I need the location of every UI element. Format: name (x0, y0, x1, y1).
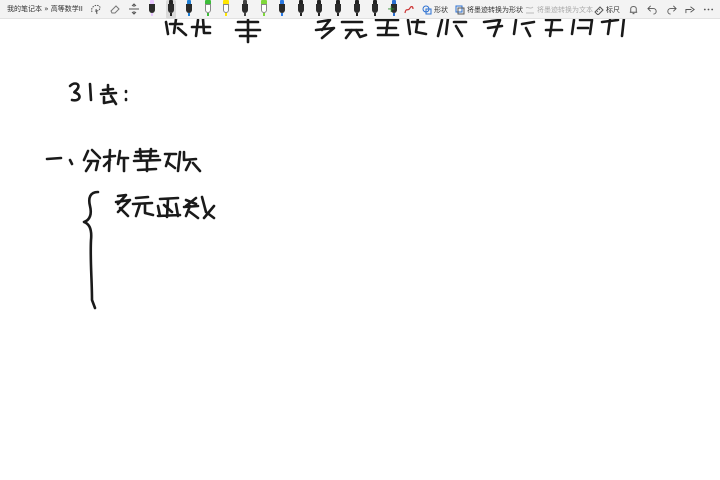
brace-ink (82, 190, 100, 310)
breadcrumb[interactable]: 我的笔记本 » 高等数学II (7, 4, 83, 15)
insert-space-icon[interactable] (127, 2, 141, 16)
ink-to-text-icon (525, 6, 534, 13)
undo-icon[interactable] (645, 2, 659, 16)
lasso-select-icon[interactable] (89, 2, 103, 16)
pen-10[interactable] (314, 0, 324, 19)
ink-to-text-button[interactable]: 将墨迹转换为文本 (525, 3, 593, 16)
pen-3[interactable] (184, 0, 194, 19)
shapes-label: 形状 (434, 5, 448, 14)
subtopic-ink (114, 193, 216, 220)
pen-7[interactable] (259, 0, 269, 19)
pen-2[interactable] (165, 0, 176, 19)
pen-12[interactable] (352, 0, 362, 19)
more-options-icon[interactable] (701, 2, 715, 16)
ink-to-shape-icon (455, 5, 465, 14)
ruler-icon (594, 5, 604, 15)
redo-icon[interactable] (664, 2, 678, 16)
pen-11[interactable] (333, 0, 343, 19)
pen-1[interactable] (147, 0, 157, 19)
pen-8[interactable] (277, 0, 287, 19)
ruler-label: 标尺 (606, 5, 620, 14)
ink-to-shape-label: 将墨迹转换为形状 (467, 5, 523, 14)
pen-9[interactable] (296, 0, 306, 19)
pen-4[interactable] (203, 0, 213, 19)
shapes-icon (422, 5, 432, 14)
ink-to-text-label: 将墨迹转换为文本 (537, 5, 593, 14)
section-heading-ink (68, 82, 128, 106)
share-icon[interactable] (683, 2, 697, 16)
bell-icon[interactable] (626, 2, 640, 16)
pen-13[interactable] (370, 0, 380, 19)
handwriting-ink (45, 19, 626, 310)
topic-heading-ink (45, 147, 202, 173)
add-pen-button[interactable]: + (387, 3, 395, 16)
shapes-button[interactable]: 形状 (422, 3, 448, 16)
pen-6[interactable] (240, 0, 250, 19)
ruler-button[interactable]: 标尺 (594, 3, 620, 16)
ink-toolbar: 我的笔记本 » 高等数学II + 形状 将墨迹转换为形状 将墨迹转换为文本 标尺 (0, 0, 720, 19)
note-canvas[interactable] (0, 19, 720, 480)
ink-to-shape-button[interactable]: 将墨迹转换为形状 (455, 3, 523, 16)
eraser-icon[interactable] (108, 2, 122, 16)
ink-replay-icon[interactable] (402, 2, 416, 16)
title-ink (164, 19, 626, 44)
pen-5[interactable] (221, 0, 231, 19)
